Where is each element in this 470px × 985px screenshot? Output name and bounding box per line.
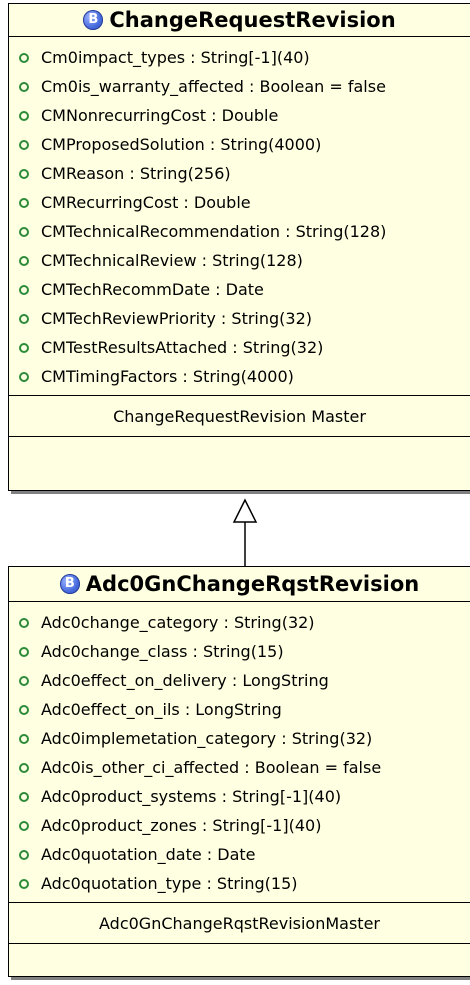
- attribute-label: Adc0quotation_type : String(15): [41, 874, 298, 893]
- empty-compartment: [9, 944, 470, 962]
- attribute-icon: [19, 849, 29, 860]
- attribute-row[interactable]: Adc0product_zones : String[-1](40): [9, 811, 470, 840]
- attribute-row[interactable]: Adc0quotation_type : String(15): [9, 869, 470, 898]
- attribute-label: Adc0implemetation_category : String(32): [41, 729, 373, 748]
- class-box-adc0gn-change-rqst-revision[interactable]: B Adc0GnChangeRqstRevision Adc0change_ca…: [8, 566, 470, 977]
- attribute-icon: [19, 878, 29, 889]
- attribute-label: Adc0change_category : String(32): [41, 613, 315, 632]
- attribute-label: Adc0effect_on_ils : LongString: [41, 700, 282, 719]
- attribute-row[interactable]: Adc0effect_on_delivery : LongString: [9, 666, 470, 695]
- attribute-label: Adc0product_systems : String[-1](40): [41, 787, 342, 806]
- attribute-row[interactable]: Adc0is_other_ci_affected : Boolean = fal…: [9, 753, 470, 782]
- generalization-arrowhead: [232, 498, 258, 523]
- class-stereotype-icon: B: [59, 574, 80, 594]
- attribute-icon: [19, 762, 29, 773]
- attribute-row[interactable]: Adc0change_category : String(32): [9, 608, 470, 637]
- attribute-label: Adc0effect_on_delivery : LongString: [41, 671, 329, 690]
- attribute-icon: [19, 646, 29, 657]
- attribute-label: Adc0product_zones : String[-1](40): [41, 816, 322, 835]
- class-name: Adc0GnChangeRqstRevision: [85, 572, 420, 596]
- attribute-icon: [19, 704, 29, 715]
- attribute-row[interactable]: Adc0change_class : String(15): [9, 637, 470, 666]
- master-compartment: Adc0GnChangeRqstRevisionMaster: [9, 903, 470, 944]
- attribute-icon: [19, 733, 29, 744]
- attribute-row[interactable]: Adc0effect_on_ils : LongString: [9, 695, 470, 724]
- attribute-icon: [19, 820, 29, 831]
- attribute-label: Adc0change_class : String(15): [41, 642, 284, 661]
- attribute-row[interactable]: Adc0implemetation_category : String(32): [9, 724, 470, 753]
- attribute-row[interactable]: Adc0quotation_date : Date: [9, 840, 470, 869]
- attribute-label: Adc0is_other_ci_affected : Boolean = fal…: [41, 758, 382, 777]
- attribute-row[interactable]: Adc0product_systems : String[-1](40): [9, 782, 470, 811]
- attribute-label: Adc0quotation_date : Date: [41, 845, 256, 864]
- class-header: B Adc0GnChangeRqstRevision: [9, 567, 470, 602]
- attribute-compartment: Adc0change_category : String(32) Adc0cha…: [9, 602, 470, 903]
- attribute-icon: [19, 617, 29, 628]
- attribute-icon: [19, 791, 29, 802]
- attribute-icon: [19, 675, 29, 686]
